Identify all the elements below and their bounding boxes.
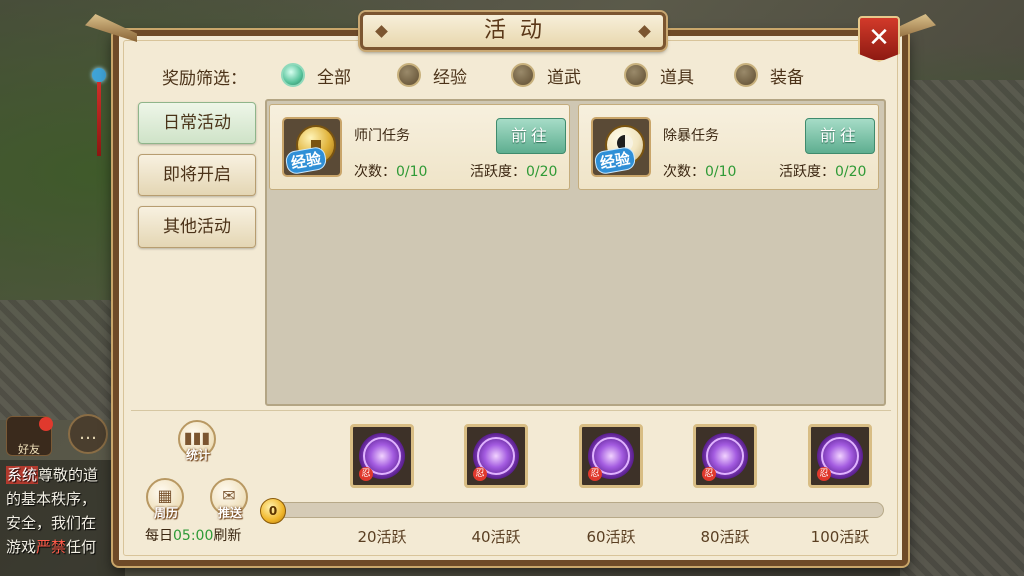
exp-coin-icon: 经验 bbox=[282, 117, 342, 177]
calendar-label: 周历 bbox=[153, 506, 178, 520]
push-button[interactable]: ✉ 推送 bbox=[210, 478, 248, 520]
reward-chest-20[interactable]: 忍 bbox=[350, 424, 414, 488]
radio-selected-icon bbox=[281, 63, 305, 87]
notification-dot bbox=[39, 417, 53, 431]
chat-line: 系统尊敬的道 bbox=[6, 466, 99, 484]
filter-radio-daowu[interactable]: 道武 bbox=[511, 62, 581, 88]
reward-threshold-label: 100活跃 bbox=[810, 528, 870, 546]
filter-radio-exp[interactable]: 经验 bbox=[397, 62, 467, 88]
filter-option-label: 经验 bbox=[433, 67, 467, 88]
reward-threshold-label: 80活跃 bbox=[700, 528, 750, 546]
activity-count: 次数：0/10 bbox=[354, 164, 428, 180]
friend-button[interactable]: 好友 bbox=[6, 416, 53, 456]
filter-radio-equipment[interactable]: 装备 bbox=[734, 62, 804, 88]
title-ornament bbox=[375, 25, 388, 38]
radio-unselected-icon bbox=[734, 63, 758, 87]
push-label: 推送 bbox=[217, 506, 242, 520]
filter-label: 奖励筛选： bbox=[162, 69, 247, 89]
reward-chest-40[interactable]: 忍 bbox=[464, 424, 528, 488]
activity-count: 次数：0/10 bbox=[663, 164, 737, 180]
reward-threshold-label: 40活跃 bbox=[471, 528, 521, 546]
tab-daily-activities[interactable]: 日常活动 bbox=[138, 102, 256, 144]
panel-corner-ornament bbox=[85, 14, 137, 42]
progress-value-badge: 0 bbox=[260, 498, 286, 524]
filter-radio-all[interactable]: 全部 bbox=[281, 62, 351, 88]
chat-line: 的基本秩序， bbox=[6, 490, 97, 508]
reward-threshold-label: 60活跃 bbox=[586, 528, 636, 546]
system-tag: 系统 bbox=[6, 466, 39, 484]
envelope-icon: ✉ bbox=[222, 486, 236, 505]
close-button[interactable]: ✕ bbox=[858, 16, 900, 62]
activity-progress-bar bbox=[266, 502, 884, 518]
radio-unselected-icon bbox=[624, 63, 648, 87]
background-courtyard bbox=[0, 300, 113, 420]
stats-label: 统计 bbox=[185, 448, 210, 462]
seal-icon: 忍 bbox=[473, 467, 487, 481]
system-chat-panel: 系统尊敬的道 的基本秩序， 安全，我们在 游戏严禁任何 bbox=[0, 460, 125, 576]
seal-icon: 忍 bbox=[588, 467, 602, 481]
exp-badge: 经验 bbox=[593, 145, 637, 176]
charm-tassel bbox=[97, 82, 101, 156]
filter-option-label: 道武 bbox=[547, 67, 581, 88]
reward-chest-60[interactable]: 忍 bbox=[579, 424, 643, 488]
filter-option-label: 全部 bbox=[317, 67, 351, 88]
chat-line: 游戏严禁任何 bbox=[6, 538, 97, 556]
reward-chest-100[interactable]: 忍 bbox=[808, 424, 872, 488]
activity-points: 活跃度：0/20 bbox=[470, 164, 558, 180]
go-button[interactable]: 前往 bbox=[805, 118, 875, 154]
activity-points: 活跃度：0/20 bbox=[779, 164, 867, 180]
title-plaque: 活动 bbox=[360, 12, 666, 50]
bar-chart-icon: ▮▮▮ bbox=[183, 428, 211, 447]
stats-button[interactable]: ▮▮▮ 统计 bbox=[178, 420, 216, 462]
charm-bead bbox=[92, 68, 106, 82]
title-ornament bbox=[638, 25, 651, 38]
exp-badge: 经验 bbox=[284, 145, 328, 176]
calendar-button[interactable]: ▦ 周历 bbox=[146, 478, 184, 520]
background-roof-tiles bbox=[900, 80, 1024, 576]
activity-card-shimen: 经验 师门任务 前往 次数：0/10 活跃度：0/20 bbox=[269, 104, 570, 190]
seal-icon: 忍 bbox=[359, 467, 373, 481]
activity-name: 师门任务 bbox=[354, 128, 410, 144]
calendar-icon: ▦ bbox=[157, 486, 173, 505]
radio-unselected-icon bbox=[397, 63, 421, 87]
section-divider bbox=[131, 410, 891, 411]
go-button[interactable]: 前往 bbox=[496, 118, 566, 154]
page-title: 活动 bbox=[483, 18, 556, 43]
seal-icon: 忍 bbox=[817, 467, 831, 481]
tab-other-activities[interactable]: 其他活动 bbox=[138, 206, 256, 248]
reward-chest-80[interactable]: 忍 bbox=[693, 424, 757, 488]
filter-option-label: 道具 bbox=[660, 67, 694, 88]
activity-card-chubao: 经验 除暴任务 前往 次数：0/10 活跃度：0/20 bbox=[578, 104, 879, 190]
filter-radio-items[interactable]: 道具 bbox=[624, 62, 694, 88]
filter-option-label: 装备 bbox=[770, 67, 804, 88]
close-icon: ✕ bbox=[868, 23, 890, 53]
radio-unselected-icon bbox=[511, 63, 535, 87]
chat-line: 安全，我们在 bbox=[6, 514, 97, 532]
daily-refresh-note: 每日05:00刷新 bbox=[145, 528, 242, 544]
reward-threshold-label: 20活跃 bbox=[357, 528, 407, 546]
hanging-charm-ornament bbox=[92, 48, 106, 158]
seal-icon: 忍 bbox=[702, 467, 716, 481]
chat-bubble-icon[interactable]: … bbox=[68, 414, 108, 454]
tab-upcoming[interactable]: 即将开启 bbox=[138, 154, 256, 196]
activity-name: 除暴任务 bbox=[663, 128, 719, 144]
friend-label: 好友 bbox=[18, 443, 40, 456]
yinyang-coin-icon: 经验 bbox=[591, 117, 651, 177]
